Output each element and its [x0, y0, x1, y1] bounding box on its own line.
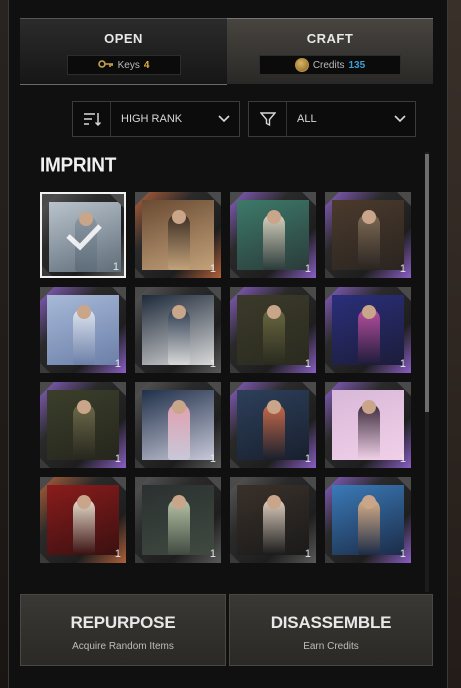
item-count: 1 [304, 453, 311, 465]
repurpose-subtitle: Acquire Random Items [72, 641, 174, 652]
imprint-item[interactable]: 1 [230, 192, 316, 278]
imprint-item[interactable]: 1 [325, 192, 411, 278]
scrollbar-thumb[interactable] [425, 154, 429, 412]
credits-count: 135 [348, 59, 366, 71]
item-thumbnail [142, 390, 214, 460]
item-count: 1 [209, 263, 216, 275]
imprint-item[interactable]: 1 [325, 287, 411, 373]
chevron-down-icon [215, 115, 233, 123]
disassemble-label: DISASSEMBLE [270, 613, 392, 632]
item-thumbnail [332, 295, 404, 365]
imprint-item[interactable]: 1 [325, 477, 411, 563]
credits-display: Credits 135 [259, 55, 401, 75]
item-count: 1 [399, 548, 406, 560]
imprint-item[interactable]: 1 [135, 382, 221, 468]
imprint-item[interactable]: 1 [135, 192, 221, 278]
imprint-item[interactable]: 1 [40, 287, 126, 373]
item-count: 1 [114, 548, 121, 560]
item-thumbnail [47, 390, 119, 460]
keys-label: Keys [117, 59, 140, 71]
item-thumbnail [142, 200, 214, 270]
item-count: 1 [399, 453, 406, 465]
item-count: 1 [112, 261, 119, 273]
sort-icon [73, 102, 111, 136]
section-title: IMPRINT [40, 154, 117, 177]
key-icon [97, 59, 114, 72]
tab-open-label: OPEN [104, 31, 143, 46]
imprint-item[interactable]: 1 [325, 382, 411, 468]
item-thumbnail [332, 200, 404, 270]
disassemble-subtitle: Earn Credits [303, 641, 359, 652]
item-thumbnail [237, 200, 309, 270]
item-count: 1 [304, 548, 311, 560]
chevron-down-icon [391, 115, 409, 123]
item-count: 1 [304, 358, 311, 370]
imprint-item[interactable]: 1 [40, 382, 126, 468]
item-thumbnail [237, 485, 309, 555]
repurpose-button[interactable]: REPURPOSE Acquire Random Items [20, 594, 226, 666]
item-count: 1 [209, 358, 216, 370]
item-thumbnail [47, 485, 119, 555]
item-thumbnail [142, 295, 214, 365]
item-count: 1 [209, 453, 216, 465]
item-thumbnail [47, 295, 119, 365]
imprint-grid: 1 1 1 1 1 1 1 1 1 1 1 1 1 1 1 1 [40, 192, 424, 582]
type-filter-value: ALL [297, 113, 317, 125]
active-tab-indicator [20, 84, 227, 85]
item-thumbnail [237, 295, 309, 365]
disassemble-button[interactable]: DISASSEMBLE Earn Credits [229, 594, 433, 666]
imprint-item[interactable]: 1 [40, 477, 126, 563]
credits-coin-icon [294, 58, 309, 72]
item-count: 1 [114, 453, 121, 465]
item-count: 1 [209, 548, 216, 560]
item-count: 1 [304, 263, 311, 275]
imprint-item[interactable]: 1 [230, 287, 316, 373]
imprint-item[interactable]: 1 [230, 382, 316, 468]
repurpose-label: REPURPOSE [70, 613, 176, 632]
sort-value: HIGH RANK [121, 113, 183, 125]
type-filter-dropdown[interactable]: ALL [248, 101, 416, 137]
imprint-item[interactable]: 1 [135, 477, 221, 563]
tab-craft[interactable]: CRAFT Credits 135 [227, 18, 433, 84]
keys-display: Keys 4 [66, 55, 181, 75]
item-thumbnail [332, 390, 404, 460]
tab-craft-label: CRAFT [306, 31, 354, 46]
imprint-item[interactable]: 1 [230, 477, 316, 563]
filter-funnel-icon [249, 102, 287, 136]
item-count: 1 [114, 358, 121, 370]
credits-label: Credits [312, 59, 345, 71]
item-thumbnail [237, 390, 309, 460]
keys-count: 4 [143, 59, 150, 71]
item-count: 1 [399, 263, 406, 275]
imprint-item[interactable]: 1 [40, 192, 126, 278]
check-icon [66, 224, 102, 251]
item-thumbnail [142, 485, 214, 555]
item-thumbnail [332, 485, 404, 555]
imprint-item[interactable]: 1 [135, 287, 221, 373]
item-count: 1 [399, 358, 406, 370]
tab-open[interactable]: OPEN Keys 4 [20, 18, 227, 84]
sort-dropdown[interactable]: HIGH RANK [72, 101, 240, 137]
